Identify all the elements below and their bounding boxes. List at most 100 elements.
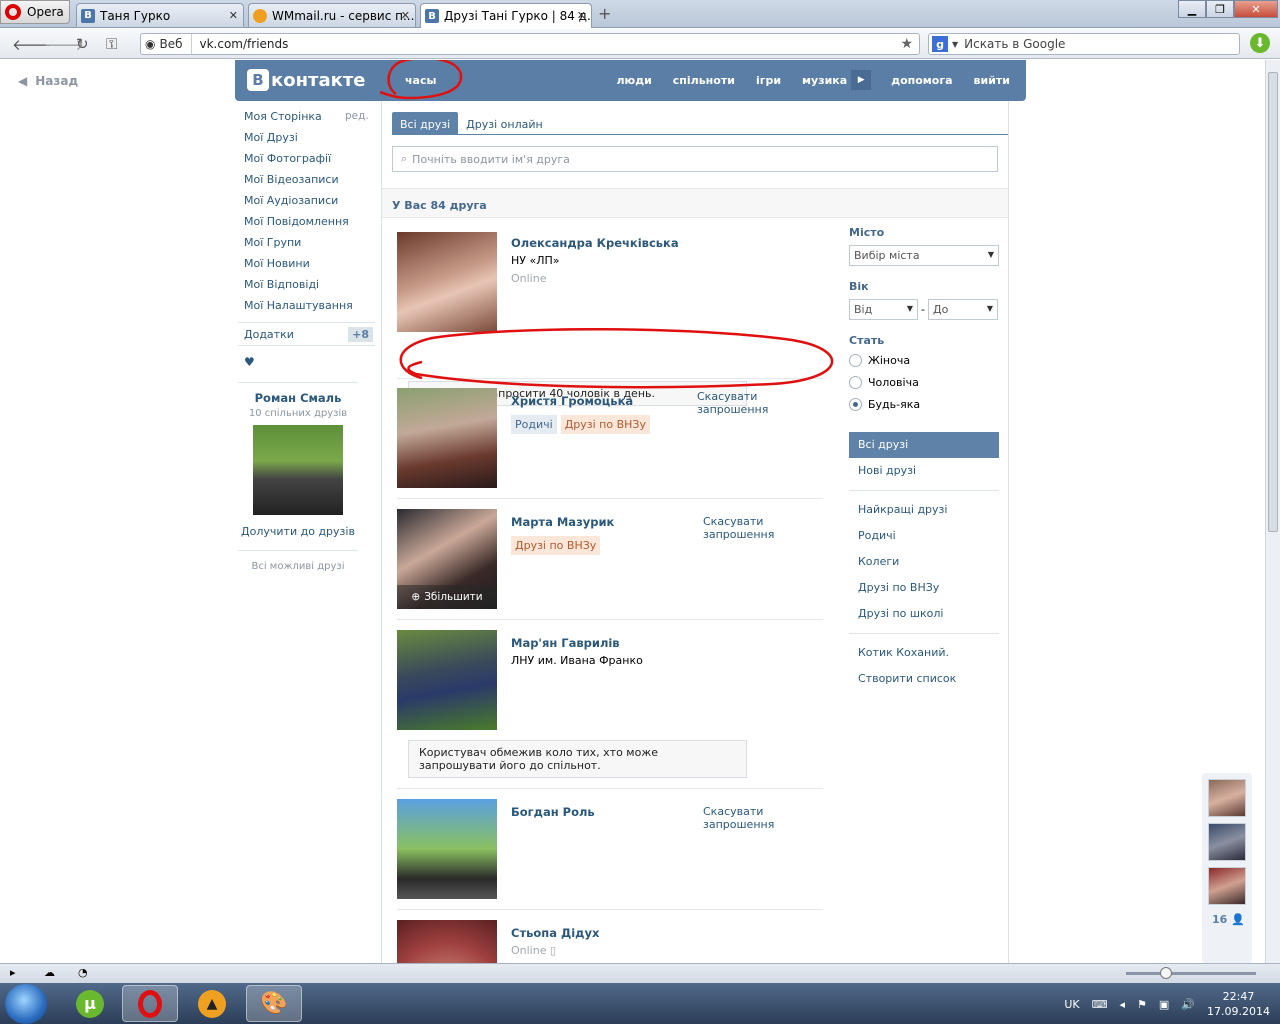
list-colleagues[interactable]: Колеги <box>849 549 999 575</box>
sidebar-item-photos[interactable]: Мої Фотографії <box>244 152 379 173</box>
sidebar-item-groups[interactable]: Мої Групи <box>244 236 379 257</box>
friend-name[interactable]: Олександра Кречківська <box>511 236 679 250</box>
key-icon[interactable]: ⚿ <box>106 35 117 53</box>
heart-icon[interactable]: ♥ <box>244 355 255 369</box>
tab-2[interactable]: WMmail.ru - сервис п... ✕ <box>248 3 416 27</box>
download-icon[interactable]: ⬇ <box>1250 33 1270 53</box>
city-select[interactable]: Вибір міста <box>849 245 999 266</box>
friend-name[interactable]: Мар'ян Гаврилів <box>511 636 620 650</box>
sidebar-item-friends[interactable]: Мої Друзі <box>244 131 379 152</box>
network-icon[interactable]: ▣ <box>1159 998 1169 1011</box>
friend-avatar[interactable] <box>397 920 497 963</box>
tab-3[interactable]: В Друзі Тані Гурко | 84 д... ✕ <box>420 3 592 28</box>
search-engine-chevron-icon[interactable]: ▼ <box>952 40 958 49</box>
restore-icon[interactable]: ❐ <box>1206 0 1234 18</box>
list-relatives[interactable]: Родичі <box>849 523 999 549</box>
list-chip[interactable]: Друзі по ВНЗу <box>511 536 601 555</box>
search-field[interactable]: g ▼ Искать в Google <box>928 33 1240 55</box>
zoom-slider[interactable] <box>1126 967 1256 979</box>
close-tab-icon[interactable]: ✕ <box>401 9 410 22</box>
close-tab-icon[interactable]: ✕ <box>229 9 238 22</box>
minimize-icon[interactable]: ▁ <box>1178 0 1206 18</box>
list-best-friends[interactable]: Найкращі друзі <box>849 497 999 523</box>
opera-menu-button[interactable]: Opera <box>0 0 70 24</box>
age-to-select[interactable]: До <box>928 299 998 320</box>
tab-online-friends[interactable]: Друзі онлайн <box>458 112 551 135</box>
vk-logo[interactable]: В контакте <box>247 69 365 91</box>
sex-radio-any[interactable]: Будь-яка <box>849 393 999 415</box>
utorrent-taskbar-icon[interactable]: µ <box>62 985 118 1022</box>
new-tab-icon[interactable]: + <box>598 4 611 23</box>
back-link[interactable]: ◀ Назад <box>18 74 78 88</box>
suggestion-name[interactable]: Роман Смаль <box>238 391 358 405</box>
panel-toggle-icon[interactable]: ▸ <box>10 966 16 979</box>
web-badge[interactable]: ◉ Веб <box>141 34 192 54</box>
sidebar-item-messages[interactable]: Мої Повідомлення <box>244 215 379 236</box>
cloud-icon[interactable]: ☁ <box>44 966 55 979</box>
reload-icon[interactable]: ↻ <box>76 35 89 53</box>
language-indicator[interactable]: UK <box>1064 998 1079 1011</box>
friend-name[interactable]: Стьопа Дідух <box>511 926 599 940</box>
cancel-request-link[interactable]: Скасувати запрошення <box>703 805 793 831</box>
sidebar-item-audio[interactable]: Мої Аудіозаписи <box>244 194 379 215</box>
tab-1[interactable]: В Таня Гурко ✕ <box>76 3 244 27</box>
music-play-icon[interactable]: ▶ <box>851 70 872 90</box>
nav-games[interactable]: ігри <box>756 74 781 90</box>
flag-icon[interactable]: ⚑ <box>1137 998 1147 1011</box>
keyboard-icon[interactable]: ⌨ <box>1092 998 1108 1011</box>
close-window-icon[interactable]: ✕ <box>1234 0 1278 18</box>
sidebar-item-news[interactable]: Мої Новини <box>244 257 379 278</box>
sidebar-item-apps[interactable]: Додатки +8 <box>238 322 375 346</box>
bookmark-star-icon[interactable]: ★ <box>900 36 913 52</box>
chat-avatar[interactable] <box>1208 823 1246 861</box>
paint-taskbar-icon[interactable]: 🎨 <box>246 985 302 1022</box>
edit-page-link[interactable]: ред. <box>345 110 369 122</box>
scrollbar-thumb[interactable] <box>1268 72 1278 532</box>
clock-app-link[interactable]: часы <box>405 74 436 87</box>
nav-help[interactable]: допомога <box>891 74 952 90</box>
tab-all-friends[interactable]: Всі друзі <box>392 112 459 135</box>
address-field[interactable]: ◉ Веб vk.com/friends ★ <box>140 33 920 55</box>
friend-avatar[interactable]: ⊕ Збільшити <box>397 509 497 609</box>
all-suggestions-link[interactable]: Всі можливі друзі <box>238 550 358 572</box>
cancel-request-link[interactable]: Скасувати запрошення <box>703 515 793 541</box>
list-university-friends[interactable]: Друзі по ВНЗу <box>849 575 999 601</box>
sex-radio-female[interactable]: Жіноча <box>849 349 999 371</box>
chat-avatar[interactable] <box>1208 867 1246 905</box>
zoom-slider-handle[interactable] <box>1160 967 1172 979</box>
volume-icon[interactable]: 🔊 <box>1181 998 1195 1011</box>
friend-avatar[interactable] <box>397 799 497 899</box>
list-new-friends[interactable]: Нові друзі <box>849 458 999 484</box>
list-chip[interactable]: Родичі <box>511 415 557 434</box>
friend-avatar[interactable] <box>397 232 497 332</box>
chat-online-count[interactable]: 16 👤 <box>1212 913 1252 926</box>
create-list-link[interactable]: Створити список <box>849 666 999 692</box>
friend-search-input[interactable]: ⌕ Почніть вводити ім'я друга <box>392 146 998 172</box>
nav-logout[interactable]: вийти <box>974 74 1010 90</box>
clock[interactable]: 22:47 17.09.2014 <box>1207 989 1270 1019</box>
zoom-photo-button[interactable]: ⊕ Збільшити <box>397 585 497 609</box>
sidebar-item-answers[interactable]: Мої Відповіді <box>244 278 379 299</box>
nav-communities[interactable]: спільноти <box>673 74 735 90</box>
sidebar-item-settings[interactable]: Мої Налаштування <box>244 299 379 320</box>
friend-name[interactable]: Богдан Роль <box>511 805 595 819</box>
friend-name[interactable]: Христя Громоцька <box>511 394 633 408</box>
tray-expand-icon[interactable]: ◂ <box>1120 998 1126 1011</box>
sex-radio-male[interactable]: Чоловіча <box>849 371 999 393</box>
friend-avatar[interactable] <box>397 630 497 730</box>
list-all-friends[interactable]: Всі друзі <box>849 432 999 458</box>
list-chip[interactable]: Друзі по ВНЗу <box>560 415 650 434</box>
sidebar-item-videos[interactable]: Мої Відеозаписи <box>244 173 379 194</box>
chat-avatar[interactable] <box>1208 779 1246 817</box>
age-from-select[interactable]: Від <box>849 299 918 320</box>
add-friend-link[interactable]: Долучити до друзів <box>238 525 358 538</box>
list-custom[interactable]: Котик Коханий. <box>849 640 999 666</box>
close-tab-icon[interactable]: ✕ <box>577 9 586 22</box>
cancel-request-link[interactable]: Скасувати запрошення <box>697 390 823 416</box>
suggestion-avatar[interactable] <box>253 425 343 515</box>
opera-taskbar-icon[interactable] <box>122 985 178 1022</box>
list-school-friends[interactable]: Друзі по школі <box>849 601 999 627</box>
turbo-icon[interactable]: ◔ <box>78 966 88 979</box>
friend-name[interactable]: Марта Мазурик <box>511 515 614 529</box>
aimp-taskbar-icon[interactable]: ▲ <box>184 985 240 1022</box>
